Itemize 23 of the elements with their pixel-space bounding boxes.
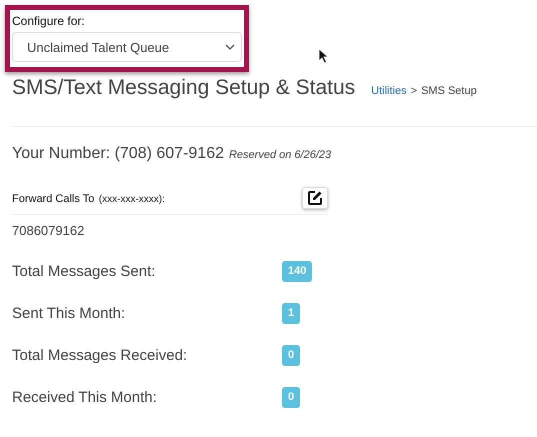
count-badge: 0: [282, 386, 300, 408]
count-badge: 140: [282, 260, 312, 282]
stat-label: Total Messages Received:: [12, 346, 188, 364]
forward-number: 7086079162: [12, 223, 86, 238]
your-number-label: Your Number: (708) 607-9162: [12, 145, 224, 163]
edit-button[interactable]: [302, 187, 328, 209]
forward-calls-label: Forward Calls To: [12, 193, 94, 205]
edit-icon: [307, 190, 323, 206]
stat-label: Sent This Month:: [12, 304, 126, 322]
mouse-pointer-icon: [318, 48, 329, 64]
stat-label: Received This Month:: [12, 388, 158, 406]
stat-label: Total Messages Sent:: [12, 262, 156, 280]
chevron-down-icon: [225, 44, 235, 50]
breadcrumb-current: SMS Setup: [421, 85, 477, 97]
reserved-note: Reserved on 6/26/23: [228, 149, 332, 161]
page-title: SMS/Text Messaging Setup & Status: [12, 76, 356, 100]
count-badge: 1: [282, 302, 300, 324]
count-badge: 0: [282, 344, 300, 366]
breadcrumb-separator: >: [410, 85, 418, 97]
configure-label: Configure for:: [12, 14, 86, 28]
breadcrumb-link[interactable]: Utilities: [371, 85, 407, 97]
queue-select[interactable]: Unclaimed Talent Queue: [12, 32, 242, 62]
format-hint: (xxx-xxx-xxxx):: [98, 194, 165, 205]
